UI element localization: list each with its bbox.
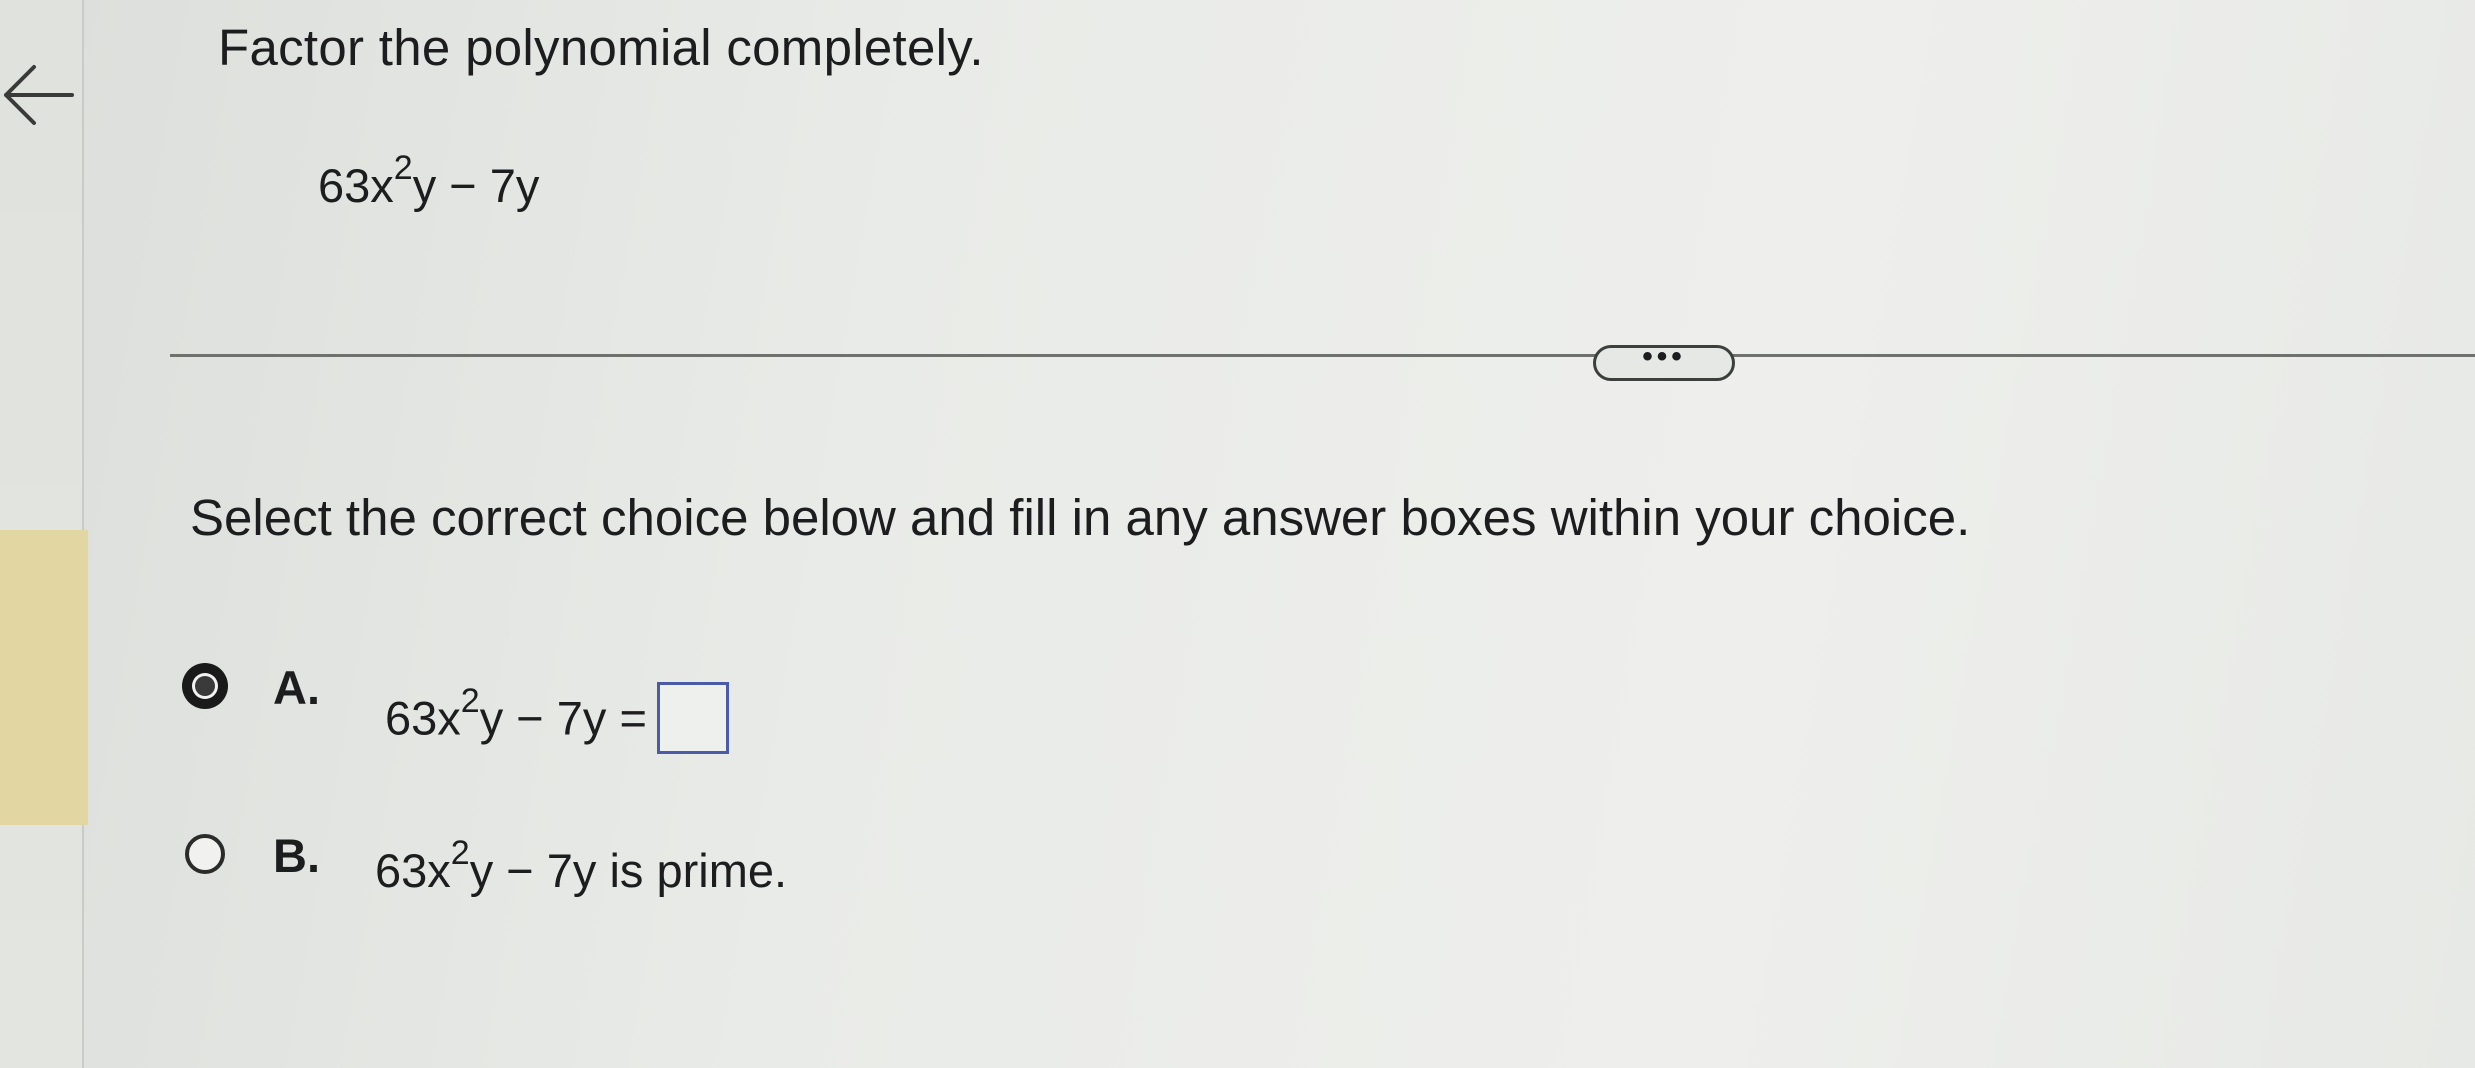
choice-a-letter: A. xyxy=(273,661,320,714)
choice-b-coefficient: 63x xyxy=(375,844,451,897)
choice-a-answer-box[interactable] xyxy=(656,682,729,754)
screen: Factor the polynomial completely. 63x2y … xyxy=(0,0,2475,1068)
choice-a-coefficient: 63x xyxy=(385,691,461,745)
left-arrow-icon xyxy=(0,65,80,139)
choice-b-exponent: 2 xyxy=(450,834,470,873)
choice-a-rest: y − 7y = xyxy=(479,691,647,745)
problem-expression: 63x2y − 7y xyxy=(318,151,540,213)
side-highlight-tab[interactable] xyxy=(0,530,88,825)
choice-b-radio[interactable] xyxy=(185,834,225,874)
section-divider xyxy=(170,354,2475,357)
question-title: Factor the polynomial completely. xyxy=(218,19,984,76)
choice-a-expression: 63x2y − 7y = xyxy=(385,682,729,758)
expression-exponent: 2 xyxy=(393,149,413,188)
expression-rest: y − 7y xyxy=(412,159,540,212)
ellipsis-icon: ••• xyxy=(1642,340,1686,373)
choice-a-radio[interactable] xyxy=(185,666,225,706)
choice-a-exponent: 2 xyxy=(460,681,480,720)
choice-b-expression: 63x2y − 7y is prime. xyxy=(375,836,788,898)
back-button[interactable] xyxy=(0,55,80,135)
choice-b-rest: y − 7y is prime. xyxy=(469,844,788,897)
expression-coefficient: 63x xyxy=(318,159,394,212)
choice-b-letter: B. xyxy=(273,829,320,882)
instruction-text: Select the correct choice below and fill… xyxy=(190,489,1971,546)
more-options-button[interactable]: ••• xyxy=(1593,342,1735,381)
